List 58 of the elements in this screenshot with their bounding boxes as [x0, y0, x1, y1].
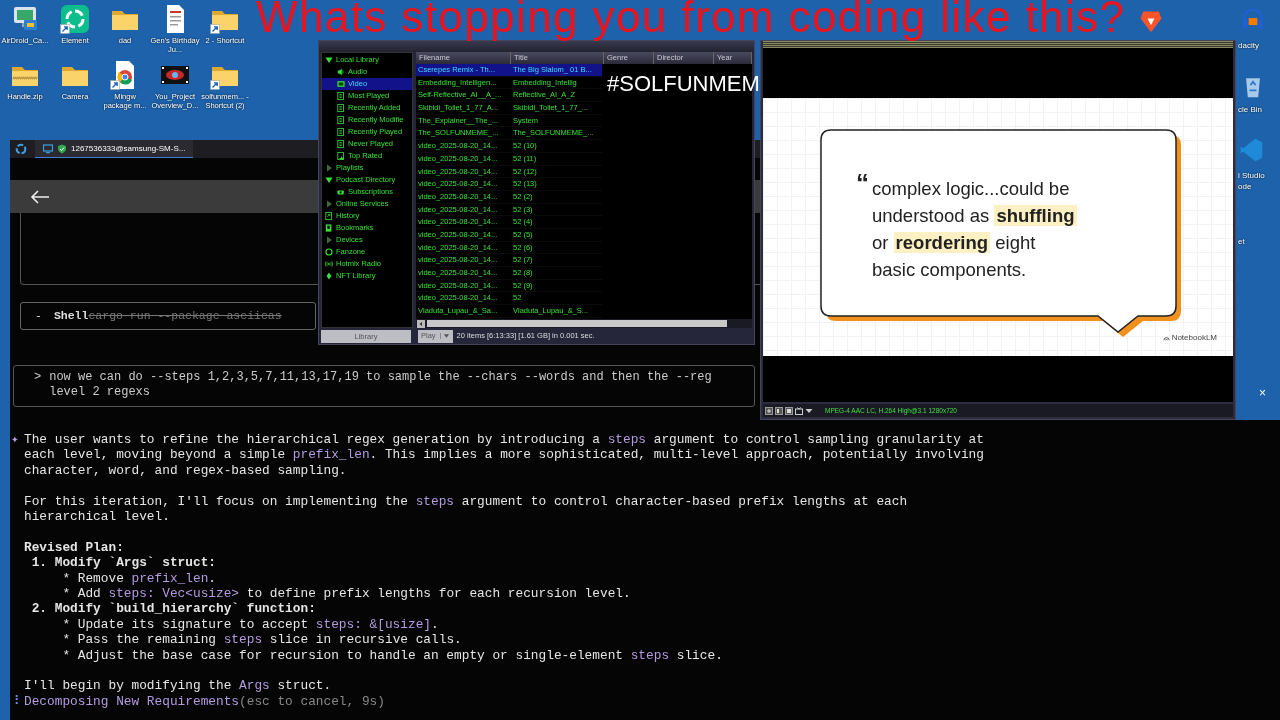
zoom-icon[interactable]: [775, 406, 783, 415]
expand-arrow-icon[interactable]: [325, 164, 333, 172]
page-icon: [325, 212, 333, 220]
response-paragraph: Revised Plan: 1. Modify `Args` struct: * Remove prefix_len. * Add steps: Vec<usize> to define prefix lengths for each recursion level. 2. Modify `build_hierarchy` function: * Update its signature to accept steps: &[usize]. * Pass the remaining steps slice in recursive calls. * Adjust the base case for recursion to handle an empty or single-element steps slice.: [24, 539, 724, 664]
status-text: Decomposing New Requirements: [24, 693, 240, 710]
caption-text: Whats stopping you from coding like this?: [256, 0, 1126, 39]
list-icon: [337, 128, 345, 136]
scrollbar[interactable]: [416, 319, 752, 328]
list-icon: [337, 116, 345, 124]
response-paragraph: For this iteration, I'll focus on implementing the steps argument to control character-based prefix lengths at each hierarchical level.: [24, 493, 909, 525]
scrollbar-thumb[interactable]: [427, 320, 727, 327]
camera-icon: [337, 188, 345, 196]
response-paragraph: The user wants to refine the hierarchical regex generation by introducing a steps argument to control sampling granularity at each level, moving beyond a simple prefix_len. This implies a more sophisticated, multi-level approach, potentially involving character, word, and regex-based sampling.: [24, 432, 984, 479]
list-marker: -: [35, 308, 42, 325]
shield-icon: [57, 143, 67, 154]
command-text: cargo run --package asciicas: [88, 308, 282, 325]
spinner-glyph: ⠸: [10, 693, 21, 710]
icon-label: et: [1238, 236, 1245, 248]
ring-logo-icon[interactable]: [15, 143, 27, 155]
caret-icon[interactable]: [805, 406, 813, 415]
prompt-text: now we can do --steps 1,2,3,5,7,11,13,17,19 to sample the --chars --words and then the --reg level 2 regexs: [49, 370, 712, 401]
quote-text: complex logic...could be understood as shuffling or reordering eight basic components.: [872, 177, 1077, 282]
icon-label: l Studio: [1238, 170, 1265, 182]
collapse-arrow-icon[interactable]: [325, 176, 333, 184]
diamond-icon: [325, 272, 333, 280]
list-icon: [337, 104, 345, 112]
sparkle-glyph: ✦: [10, 432, 20, 449]
close-button[interactable]: ×: [1259, 387, 1266, 399]
back-arrow-icon[interactable]: [30, 189, 50, 204]
star-list-icon: [337, 152, 345, 160]
icon-label: cle Bin: [1238, 104, 1262, 116]
icon-label: ode: [1238, 181, 1252, 193]
antenna-icon: [325, 260, 333, 268]
ring-icon[interactable]: [60, 4, 90, 34]
lion-icon[interactable]: [1138, 8, 1164, 34]
book-icon: [325, 224, 333, 232]
speaker-icon: [337, 68, 345, 76]
icon-label: dacity: [1238, 40, 1259, 52]
zoom-double-icon[interactable]: [785, 406, 793, 415]
expand-arrow-icon[interactable]: [325, 236, 333, 244]
list-icon: [337, 140, 345, 148]
fullscreen-icon[interactable]: [765, 406, 773, 415]
collapse-arrow-icon[interactable]: [325, 56, 333, 64]
ring-icon: [325, 248, 333, 256]
monitor-icon: [43, 143, 53, 154]
response-paragraph: I'll begin by modifying the Args struct.: [24, 678, 333, 694]
brand-label: NotebookLM: [1171, 332, 1217, 344]
tv-icon[interactable]: [795, 406, 803, 415]
list-icon: [337, 92, 345, 100]
prompt-marker: >: [34, 370, 42, 386]
logo-icon: [1162, 334, 1170, 342]
expand-arrow-icon[interactable]: [325, 200, 333, 208]
tool-name: Shell: [53, 308, 89, 325]
film-icon: [337, 80, 345, 88]
terminal-tab[interactable]: 1267536333@samsung-SM-S...: [35, 140, 194, 158]
scroll-left-icon[interactable]: [417, 319, 425, 328]
hint-text: (esc to cancel, 9s): [239, 693, 385, 710]
quote-mark: “: [856, 170, 869, 200]
